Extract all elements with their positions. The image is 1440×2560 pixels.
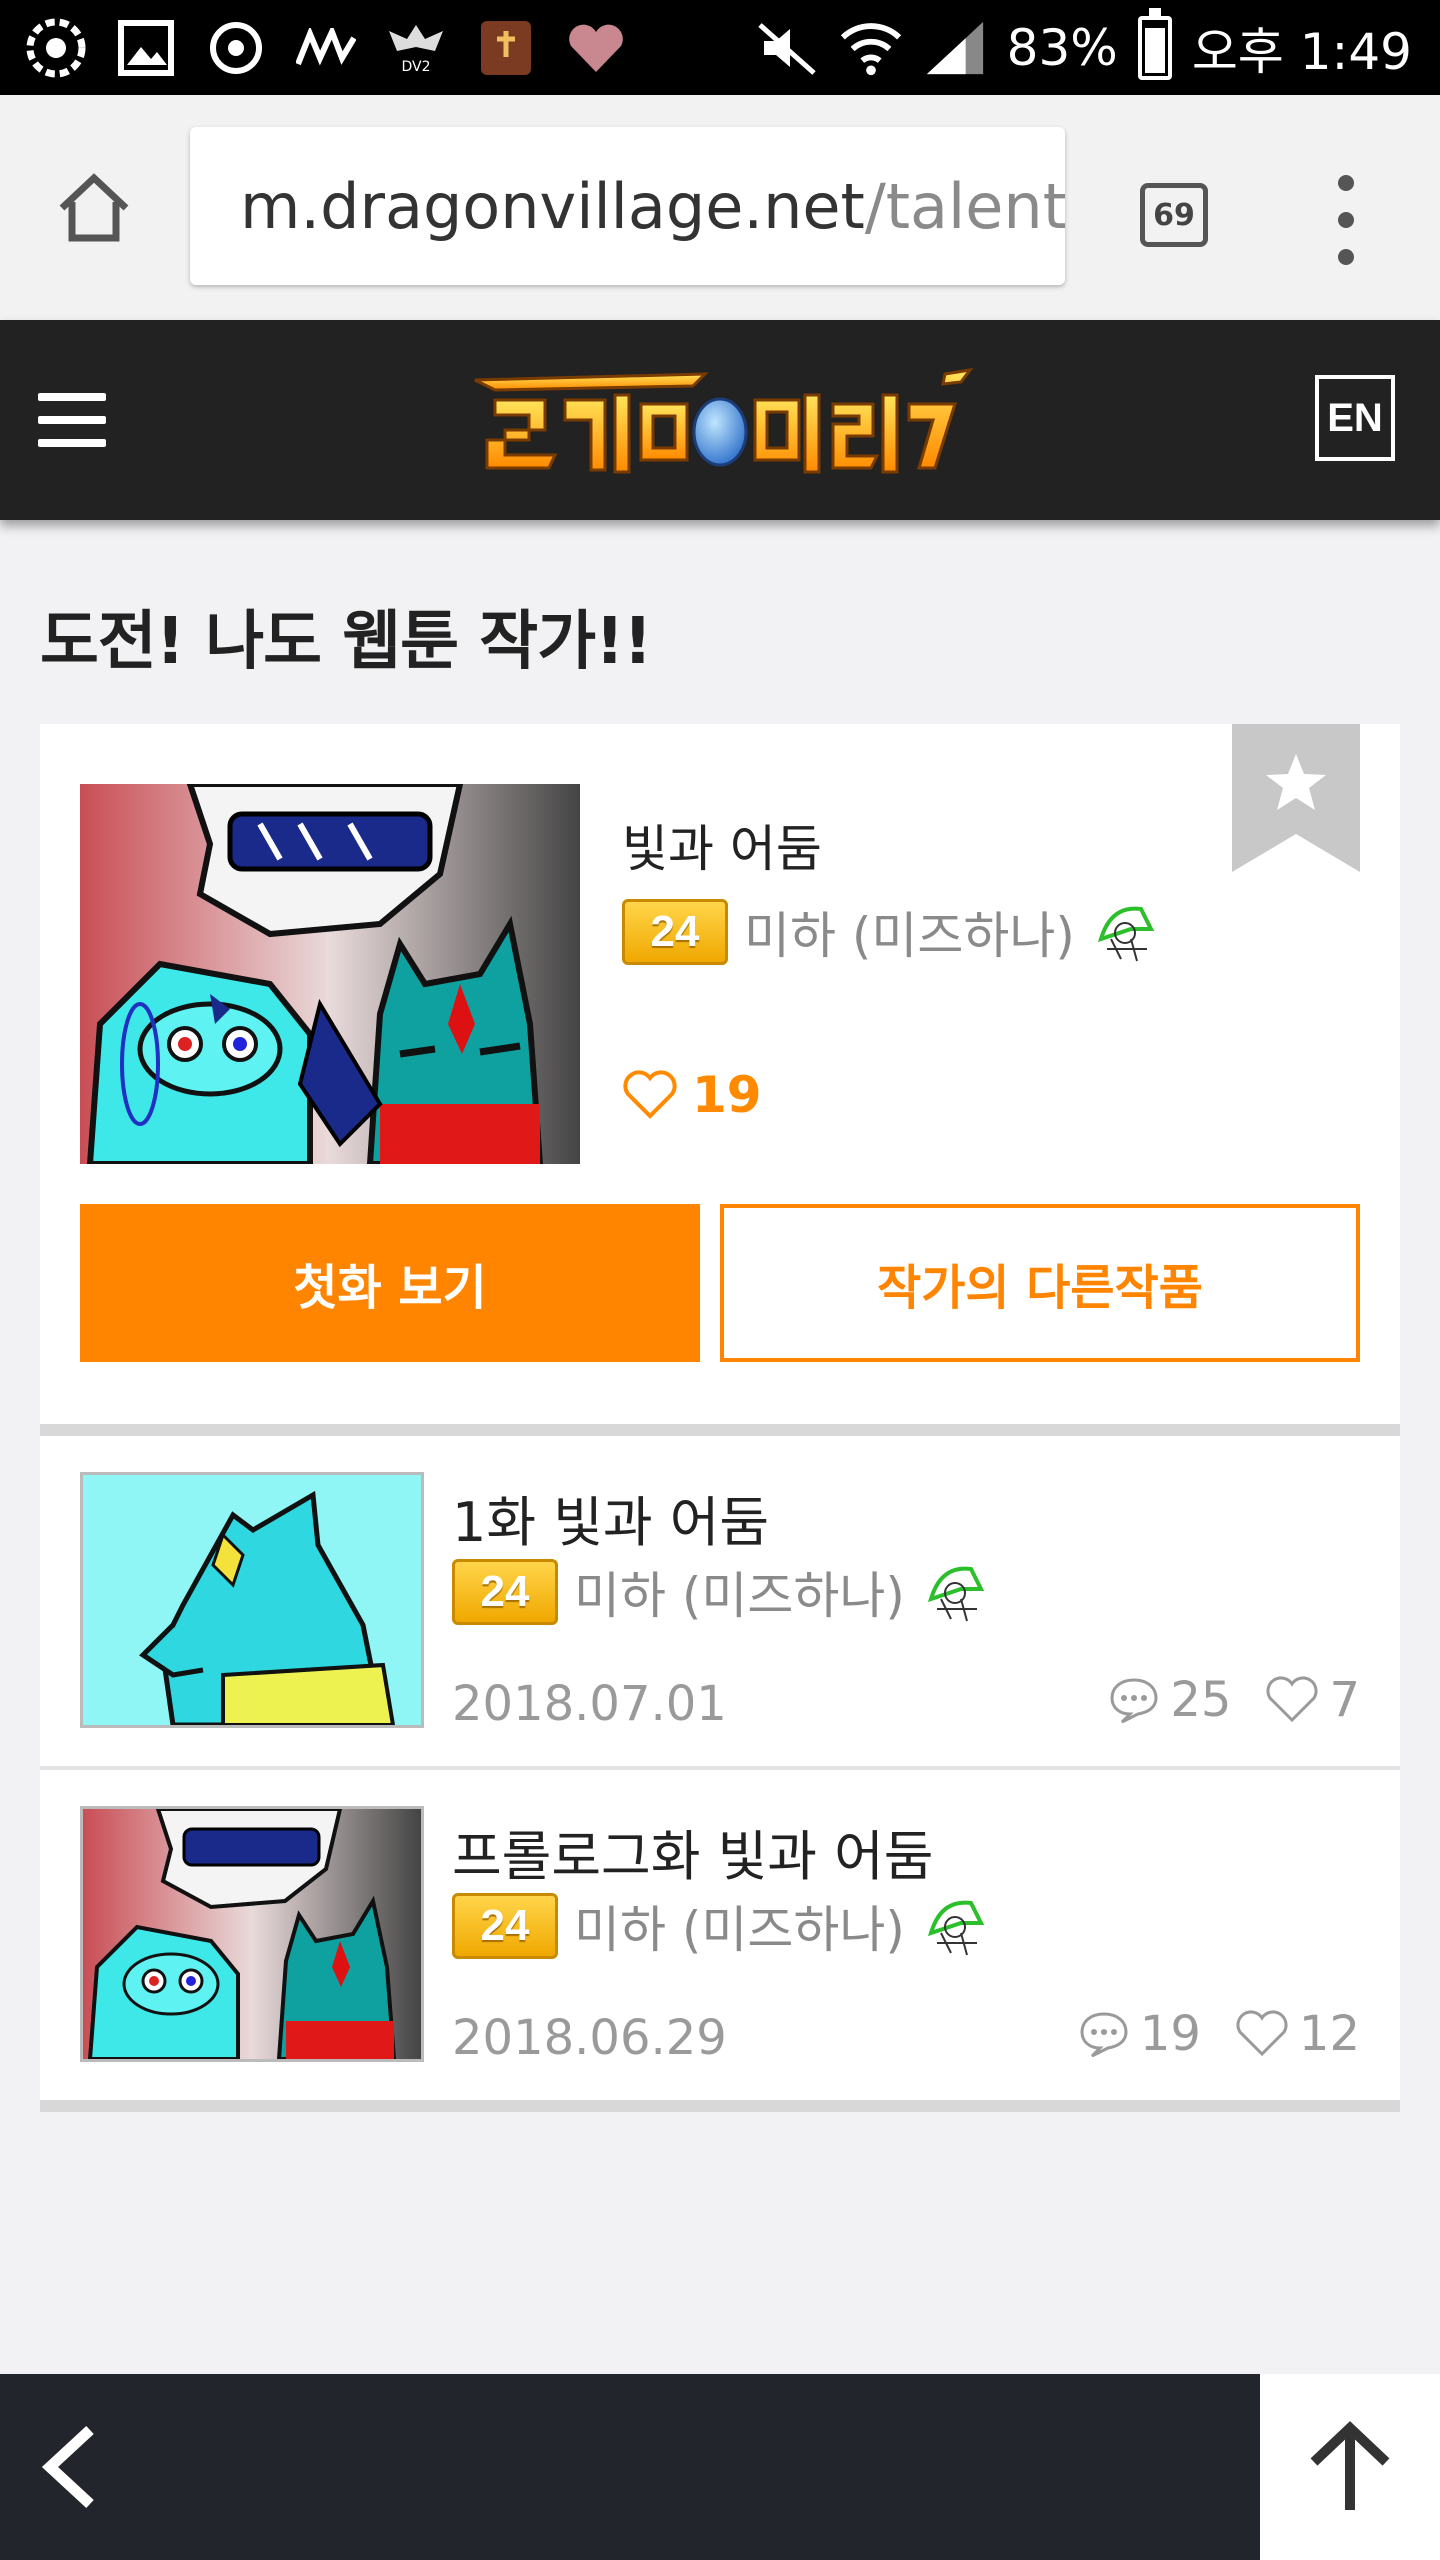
author-name[interactable]: 미하 (미즈하나) — [574, 1890, 905, 1962]
like-count: 12 — [1298, 2006, 1360, 2062]
episode-thumbnail[interactable] — [80, 1806, 424, 2062]
dragon-village-logo[interactable] — [465, 360, 975, 480]
author-row: 24 미하 (미즈하나) — [452, 1556, 987, 1628]
language-toggle-button[interactable]: EN — [1315, 375, 1395, 461]
author-avatar — [921, 1893, 987, 1959]
author-row: 24 미하 (미즈하나) — [452, 1890, 987, 1962]
heart-outline-icon — [1236, 2010, 1288, 2057]
author-name[interactable]: 미하 (미즈하나) — [574, 1556, 905, 1628]
episode-date: 2018.07.01 — [452, 1676, 727, 1732]
heart-outline-icon — [1266, 1676, 1318, 1723]
comment-icon — [1110, 1678, 1158, 1724]
episode-list-item[interactable]: 1화 빛과 어둠 24 미하 (미즈하나) 2018.07.01 25 7 — [40, 1436, 1400, 1766]
first-episode-button[interactable]: 첫화 보기 — [80, 1204, 700, 1362]
signal-icon — [923, 16, 987, 80]
author-row: 24 미하 (미즈하나) — [622, 896, 1157, 968]
tab-switcher-button[interactable]: 69 — [1140, 183, 1208, 247]
hamburger-menu-icon[interactable] — [38, 393, 106, 447]
bible-app-icon — [474, 16, 538, 80]
home-icon[interactable] — [54, 168, 134, 248]
bookmark-star-icon[interactable] — [1232, 724, 1360, 872]
episode-thumbnail[interactable] — [80, 1472, 424, 1728]
battery-icon — [1137, 7, 1172, 80]
scroll-to-top-button[interactable] — [1260, 2374, 1440, 2560]
comment-count: 19 — [1139, 2006, 1201, 2062]
bottom-nav-bar — [0, 2374, 1260, 2560]
wifi-icon — [839, 16, 903, 80]
author-avatar — [921, 1559, 987, 1625]
featured-webtoon-card: 빛과 어둠 24 미하 (미즈하나) 19 첫화 보기 작가의 다른작품 — [40, 724, 1400, 1424]
webtoon-title[interactable]: 빛과 어둠 — [622, 809, 822, 881]
level-badge: 24 — [452, 1893, 558, 1959]
browser-toolbar: m.dragonvillage.net/talent/l 69 — [0, 95, 1440, 320]
likes-count: 19 — [622, 1066, 762, 1124]
comment-count: 25 — [1170, 1672, 1232, 1728]
episode-list-item[interactable]: 프롤로그화 빛과 어둠 24 미하 (미즈하나) 2018.06.29 19 1… — [40, 1770, 1400, 2100]
heart-outline-icon — [623, 1070, 677, 1119]
url-domain: m.dragonvillage.net — [240, 169, 865, 243]
settings-gear-icon — [24, 16, 88, 80]
url-path: /talent/l — [864, 169, 1065, 243]
like-count: 7 — [1329, 1672, 1360, 1728]
clock: 오후 1:49 — [1191, 22, 1412, 81]
episode-date: 2018.06.29 — [452, 2010, 727, 2066]
author-avatar — [1091, 899, 1157, 965]
heart-app-icon — [564, 16, 628, 80]
episode-title[interactable]: 1화 빛과 어둠 — [452, 1478, 769, 1557]
dv2-app-icon: DV2 — [384, 16, 448, 80]
comment-icon — [1080, 2012, 1128, 2058]
svg-text:DV2: DV2 — [401, 59, 430, 75]
level-badge: 24 — [622, 899, 728, 965]
mute-icon — [755, 16, 819, 80]
episode-stats: 19 12 — [1078, 2006, 1360, 2062]
level-badge: 24 — [452, 1559, 558, 1625]
episode-title[interactable]: 프롤로그화 빛과 어둠 — [452, 1812, 933, 1891]
sync-icon — [204, 16, 268, 80]
status-bar: DV2 83% 오후 1:49 — [0, 0, 1440, 95]
likes-value: 19 — [692, 1066, 762, 1124]
app-m-icon — [294, 16, 358, 80]
page-title: 도전! 나도 웹툰 작가!! — [40, 605, 652, 679]
arrow-up-icon — [1310, 2421, 1390, 2510]
section-divider — [40, 2100, 1400, 2112]
author-other-works-button[interactable]: 작가의 다른작품 — [720, 1204, 1360, 1362]
battery-percent: 83% — [1006, 18, 1118, 77]
episode-stats: 25 7 — [1108, 1672, 1360, 1728]
site-header: EN — [0, 320, 1440, 520]
section-divider — [40, 1424, 1400, 1436]
gallery-icon — [114, 16, 178, 80]
webtoon-cover-image[interactable] — [80, 784, 580, 1164]
address-bar[interactable]: m.dragonvillage.net/talent/l — [190, 127, 1065, 285]
author-name[interactable]: 미하 (미즈하나) — [744, 896, 1075, 968]
more-menu-icon[interactable] — [1326, 175, 1366, 265]
back-arrow-icon[interactable] — [36, 2424, 106, 2510]
